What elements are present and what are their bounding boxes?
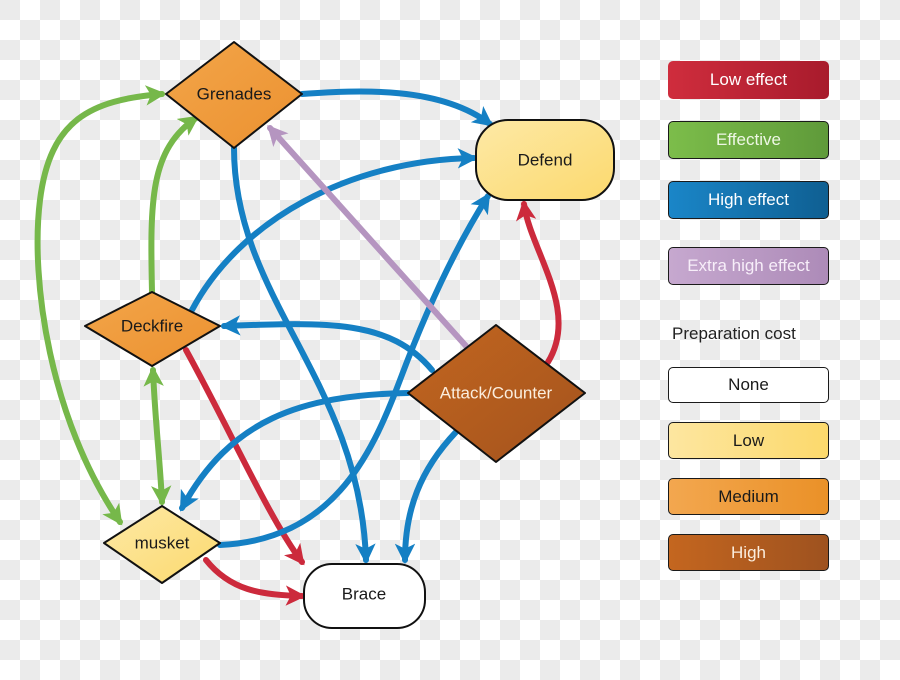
node-brace[interactable]: Brace [303,563,426,629]
node-grenades[interactable]: Grenades [165,41,303,149]
node-grenades-label: Grenades [197,85,272,104]
edge-grenades-defend [299,88,494,127]
edge-deckfire-musket [143,365,172,507]
edge-musket-brace [203,557,307,606]
legend-low-effect: Low effect [668,61,829,99]
node-brace-label: Brace [342,585,386,604]
legend-cost-low: Low [668,422,829,459]
legend-extra-high-effect: Extra high effect [668,247,829,285]
legend-cost-medium: Medium [668,478,829,515]
legend-effective: Effective [668,121,829,159]
node-defend-label: Defend [518,151,573,170]
edge-attack-deckfire [219,315,435,373]
node-deckfire[interactable]: Deckfire [84,291,221,367]
edge-attack-defend [516,199,562,365]
legend-cost-high: High [668,534,829,571]
edge-attack-brace [394,429,459,565]
legend-cost-none: None [668,367,829,403]
edge-deckfire-grenades [148,115,200,295]
node-defend[interactable]: Defend [475,119,615,201]
legend-high-effect: High effect [668,181,829,219]
node-musket-label: musket [135,534,190,553]
node-musket[interactable]: musket [103,505,221,584]
node-deckfire-label: Deckfire [121,317,183,336]
legend-cost-title: Preparation cost [672,324,796,343]
node-attack-counter-label: Attack/Counter [440,384,553,403]
